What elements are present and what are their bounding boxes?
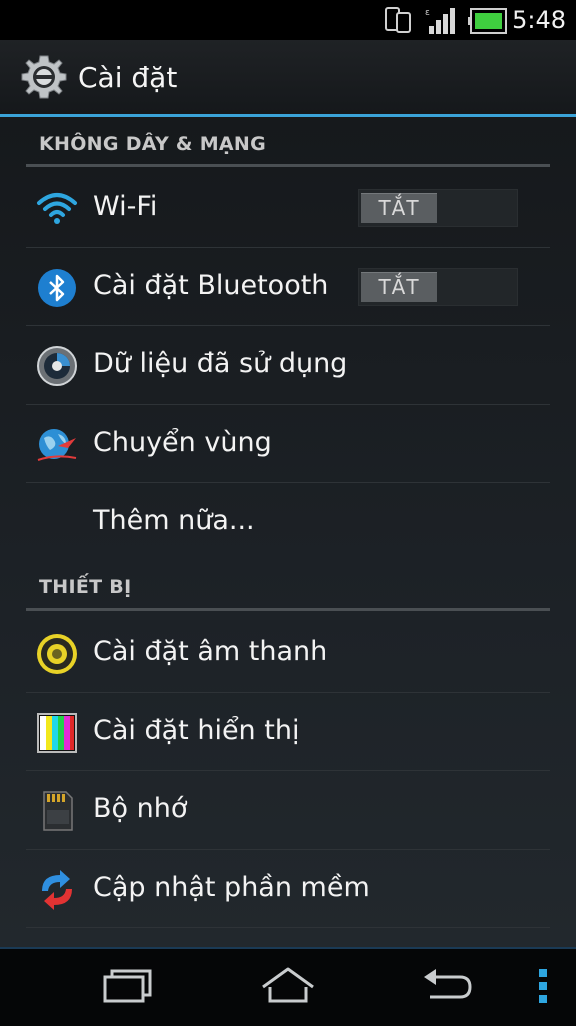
home-icon[interactable] <box>258 965 318 1009</box>
settings-item-label: Cài đặt Bluetooth <box>93 270 329 301</box>
settings-item-roaming[interactable]: Chuyển vùng <box>0 405 576 483</box>
settings-item-data-usage[interactable]: Dữ liệu đã sử dụng <box>0 326 576 404</box>
action-bar: Cài đặt <box>0 40 576 114</box>
status-bar: ε 5:48 <box>0 0 576 40</box>
navigation-bar <box>0 947 576 1026</box>
settings-item-display[interactable]: Cài đặt hiển thị <box>0 693 576 771</box>
display-colorbars-icon <box>36 712 78 754</box>
settings-item-label: Dữ liệu đã sử dụng <box>93 348 348 379</box>
status-clock: 5:48 <box>512 6 566 34</box>
signal-strength-icon: ε <box>425 6 459 40</box>
row-divider <box>26 927 550 928</box>
settings-item-wifi[interactable]: Wi-Fi TẮT <box>0 169 576 247</box>
settings-list: KHÔNG DÂY & MẠNG Wi-Fi TẮT Cài đặt Bluet… <box>0 117 576 947</box>
software-update-icon <box>36 869 78 911</box>
toggle-state-label: TẮT <box>361 272 437 302</box>
settings-item-label: Cài đặt âm thanh <box>93 636 328 667</box>
section-divider <box>26 608 550 611</box>
settings-item-sound[interactable]: Cài đặt âm thanh <box>0 614 576 692</box>
menu-overflow-icon[interactable] <box>536 969 550 1009</box>
dual-phone-icon <box>384 6 414 38</box>
settings-item-label: Wi-Fi <box>93 191 158 222</box>
roaming-globe-icon <box>36 424 78 466</box>
data-usage-icon <box>36 345 78 387</box>
settings-item-label: Chuyển vùng <box>93 427 272 458</box>
settings-gear-icon[interactable] <box>20 53 68 101</box>
recent-apps-icon[interactable] <box>102 965 154 1009</box>
sd-card-icon <box>36 790 78 832</box>
settings-item-storage[interactable]: Bộ nhớ <box>0 771 576 849</box>
settings-item-more[interactable]: Thêm nữa... <box>0 483 576 561</box>
settings-item-bluetooth[interactable]: Cài đặt Bluetooth TẮT <box>0 248 576 326</box>
bluetooth-toggle[interactable]: TẮT <box>358 268 518 306</box>
wifi-icon <box>36 188 78 230</box>
back-icon[interactable] <box>420 965 474 1009</box>
svg-text:ε: ε <box>425 8 430 18</box>
section-divider <box>26 164 550 167</box>
sound-speaker-icon <box>36 633 78 675</box>
settings-item-label: Cài đặt hiển thị <box>93 715 300 746</box>
page-title: Cài đặt <box>78 61 178 94</box>
wifi-toggle[interactable]: TẮT <box>358 189 518 227</box>
settings-item-label: Cập nhật phần mềm <box>93 872 370 903</box>
section-header-wireless: KHÔNG DÂY & MẠNG <box>39 133 267 155</box>
settings-item-label: Thêm nữa... <box>93 505 255 536</box>
bluetooth-icon <box>36 267 78 309</box>
toggle-state-label: TẮT <box>361 193 437 223</box>
settings-item-label: Bộ nhớ <box>93 793 188 824</box>
battery-icon <box>468 8 508 38</box>
settings-item-software-update[interactable]: Cập nhật phần mềm <box>0 850 576 928</box>
section-header-device: THIẾT BỊ <box>39 576 132 598</box>
